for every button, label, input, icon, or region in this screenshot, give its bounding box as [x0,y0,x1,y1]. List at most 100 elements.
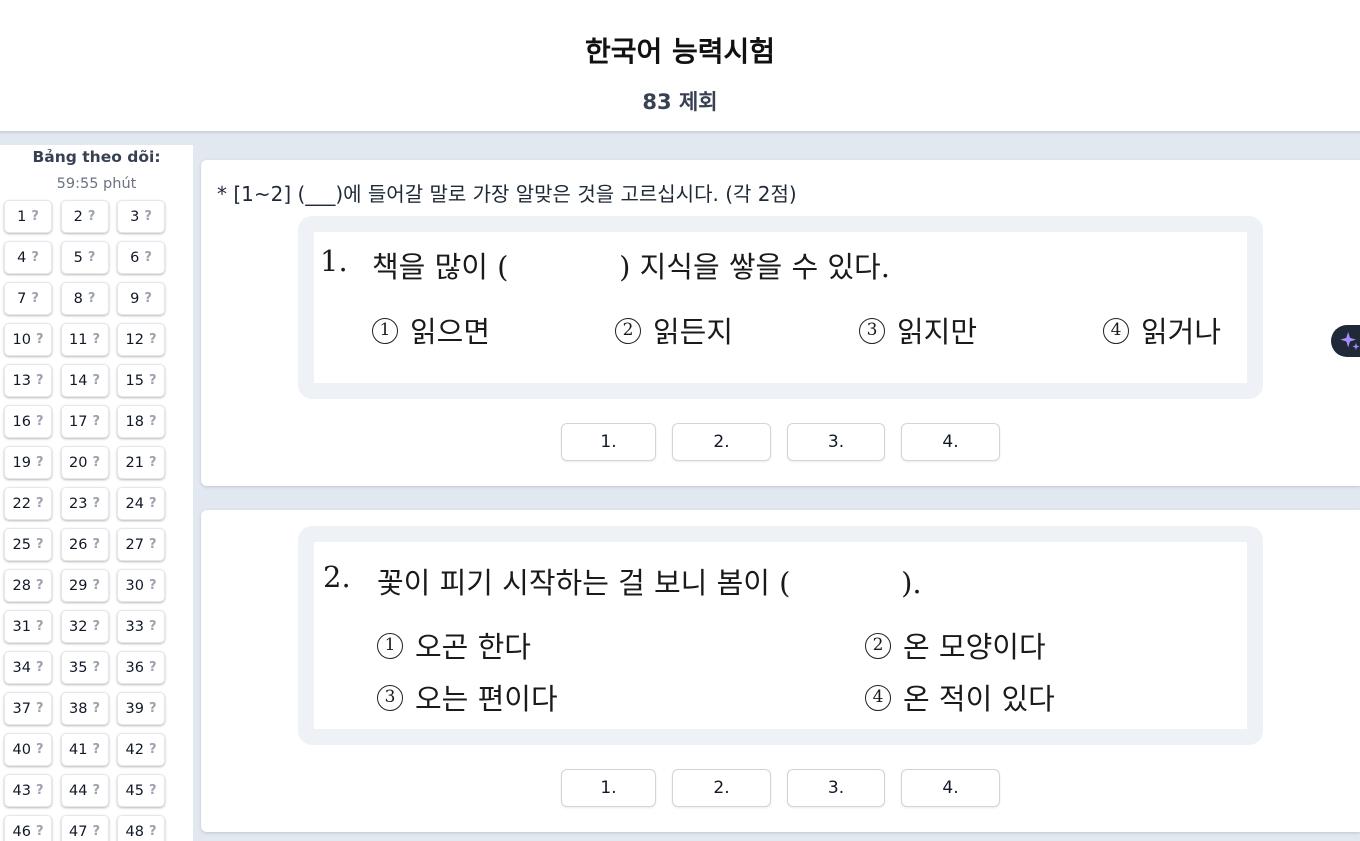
question-nav-button[interactable]: 5? [60,241,109,274]
question-nav-button[interactable]: 14? [60,364,109,397]
question-number: 24 [125,495,144,512]
question-nav-button[interactable]: 17? [60,405,109,438]
question-1-answer-4[interactable]: 4. [901,423,1000,461]
question-number: 22 [12,495,31,512]
question-number: 18 [125,413,144,430]
question-2-answer-3[interactable]: 3. [787,769,885,807]
question-nav-button[interactable]: 26? [60,528,109,561]
question-nav-button[interactable]: 6? [117,241,165,274]
unanswered-mark: ? [35,373,44,388]
question-card-2: 2. 꽃이 피기 시작하는 걸 보니 봄이 ( ). 1 오곤 한다 2 온 모양이… [201,510,1360,832]
question-nav-button[interactable]: 36? [117,651,165,684]
question-nav-button[interactable]: 11? [60,323,109,356]
unanswered-mark: ? [31,209,39,224]
question-nav-button[interactable]: 8? [60,282,109,315]
question-nav-button[interactable]: 1? [4,200,52,233]
question-nav-button[interactable]: 35? [60,651,109,684]
circled-number-icon: 3 [377,685,403,711]
question-nav-button[interactable]: 16? [4,405,52,438]
question-2-paper: 2. 꽃이 피기 시작하는 걸 보니 봄이 ( ). 1 오곤 한다 2 온 모양이… [314,542,1247,729]
question-nav-button[interactable]: 23? [60,487,109,520]
question-number: 23 [69,495,88,512]
question-nav-button[interactable]: 33? [117,610,165,643]
question-nav-button[interactable]: 46? [4,815,52,841]
question-2-option-2: 2 온 모양이다 [865,624,1046,666]
question-number: 32 [69,618,88,635]
unanswered-mark: ? [144,250,152,265]
question-number: 15 [125,372,144,389]
question-nav-button[interactable]: 47? [60,815,109,841]
sparkle-icon [1340,331,1360,351]
unanswered-mark: ? [92,373,100,388]
question-nav-button[interactable]: 9? [117,282,165,315]
question-nav-button[interactable]: 43? [4,774,52,807]
question-nav-button[interactable]: 22? [4,487,52,520]
unanswered-mark: ? [92,496,100,511]
question-nav-button[interactable]: 24? [117,487,165,520]
question-1-answer-3[interactable]: 3. [787,423,885,461]
question-2-image: 2. 꽃이 피기 시작하는 걸 보니 봄이 ( ). 1 오곤 한다 2 온 모양이… [298,526,1263,745]
question-1-option-2: 2 읽든지 [615,309,733,351]
circled-number-icon: 2 [615,318,641,344]
question-nav-button[interactable]: 40? [4,733,52,766]
question-2-answer-1[interactable]: 1. [561,769,656,807]
question-nav-button[interactable]: 3? [117,200,165,233]
question-nav-button[interactable]: 12? [117,323,165,356]
question-nav-button[interactable]: 32? [60,610,109,643]
question-nav-button[interactable]: 13? [4,364,52,397]
question-number: 14 [69,372,88,389]
question-nav-button[interactable]: 2? [60,200,109,233]
unanswered-mark: ? [92,455,100,470]
question-nav-button[interactable]: 45? [117,774,165,807]
question-2-option-3: 3 오는 편이다 [377,676,558,718]
unanswered-mark: ? [92,332,100,347]
question-number: 20 [69,454,88,471]
question-nav-button[interactable]: 44? [60,774,109,807]
question-nav-button[interactable]: 42? [117,733,165,766]
question-nav-button[interactable]: 21? [117,446,165,479]
question-nav-button[interactable]: 39? [117,692,165,725]
question-grid: 1? 2? 3? 4? 5? 6? 7? 8? 9? 10? 11? 12? 13? 14? 15? 16? 1… [4,200,174,841]
question-nav-button[interactable]: 7? [4,282,52,315]
question-number: 44 [69,782,88,799]
question-number: 45 [125,782,144,799]
option-text: 온 모양이다 [903,630,1046,664]
question-nav-button[interactable]: 30? [117,569,165,602]
question-1-answer-2[interactable]: 2. [672,423,771,461]
question-nav-button[interactable]: 10? [4,323,52,356]
unanswered-mark: ? [148,373,157,388]
question-number: 39 [125,700,144,717]
question-nav-button[interactable]: 27? [117,528,165,561]
question-number: 43 [12,782,31,799]
question-2-answer-2[interactable]: 2. [672,769,771,807]
circled-number-icon: 4 [1103,318,1129,344]
question-2-answer-4[interactable]: 4. [901,769,1000,807]
unanswered-mark: ? [35,660,44,675]
unanswered-mark: ? [35,414,44,429]
option-text: 읽든지 [653,315,734,349]
question-nav-button[interactable]: 20? [60,446,109,479]
question-nav-button[interactable]: 37? [4,692,52,725]
question-nav-button[interactable]: 38? [60,692,109,725]
ai-assistant-button[interactable] [1331,325,1360,357]
question-nav-button[interactable]: 29? [60,569,109,602]
question-nav-button[interactable]: 31? [4,610,52,643]
unanswered-mark: ? [148,455,157,470]
question-1-answer-1[interactable]: 1. [561,423,656,461]
unanswered-mark: ? [35,332,44,347]
question-1-option-4: 4 읽거나 [1103,309,1221,351]
question-number: 16 [12,413,31,430]
question-nav-button[interactable]: 34? [4,651,52,684]
question-nav-button[interactable]: 41? [60,733,109,766]
question-2-option-4: 4 온 적이 있다 [865,676,1055,718]
question-nav-button[interactable]: 28? [4,569,52,602]
unanswered-mark: ? [92,414,100,429]
exam-title: 한국어 능력시험 [584,35,776,68]
question-nav-button[interactable]: 25? [4,528,52,561]
question-nav-button[interactable]: 18? [117,405,165,438]
question-nav-button[interactable]: 48? [117,815,165,841]
question-number: 12 [125,331,144,348]
question-nav-button[interactable]: 19? [4,446,52,479]
question-nav-button[interactable]: 15? [117,364,165,397]
question-nav-button[interactable]: 4? [4,241,52,274]
